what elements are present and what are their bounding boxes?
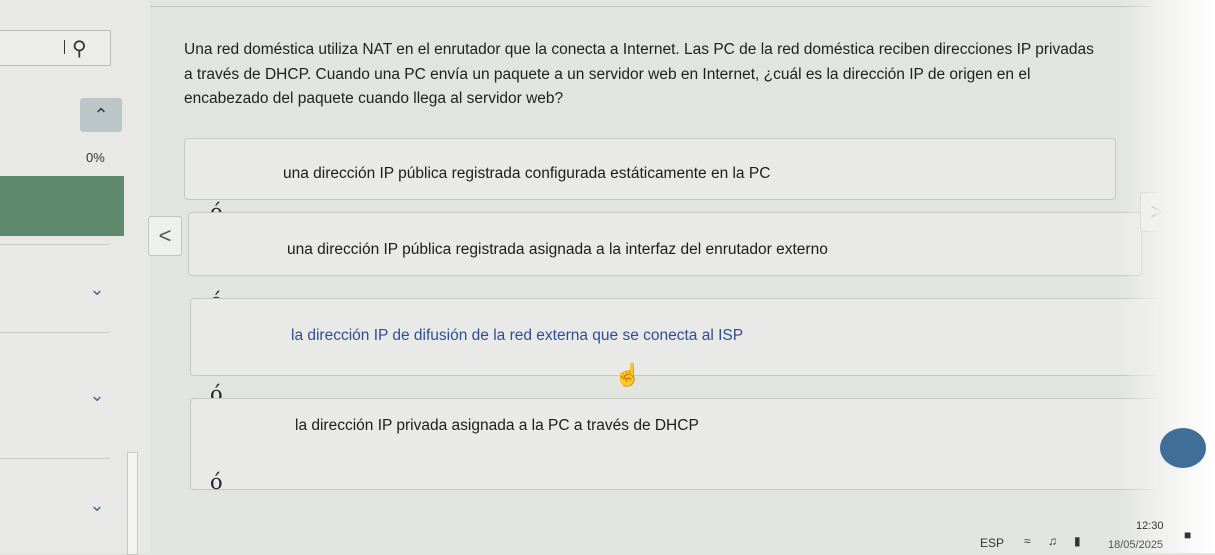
language-indicator[interactable]: ESP [980, 536, 1004, 550]
answer-option-1[interactable]: una dirección IP pública registrada conf… [184, 138, 1116, 200]
divider [0, 332, 110, 333]
chevron-down-icon[interactable]: ⌄ [82, 380, 112, 410]
answer-option-label: una dirección IP pública registrada conf… [283, 165, 771, 182]
answer-option-3[interactable]: la dirección IP de difusión de la red ex… [190, 298, 1160, 376]
separator-text: ó [210, 470, 223, 494]
wifi-icon[interactable]: ≈ [1024, 534, 1031, 548]
previous-button[interactable]: < [148, 216, 182, 256]
chevron-up-icon[interactable]: ⌃ [80, 98, 122, 132]
divider [0, 458, 110, 459]
notification-icon[interactable]: ■ [1184, 528, 1191, 542]
chevron-down-icon[interactable]: ⌄ [82, 490, 112, 520]
progress-bar [0, 176, 124, 236]
answer-option-4[interactable]: la dirección IP privada asignada a la PC… [190, 398, 1160, 490]
scrollbar[interactable] [127, 452, 138, 555]
search-box[interactable]: ⚲ [0, 30, 111, 66]
text-cursor [64, 40, 65, 54]
chevron-down-icon[interactable]: ⌄ [82, 274, 112, 304]
answer-option-2[interactable]: una dirección IP pública registrada asig… [188, 212, 1142, 276]
question-text: Una red doméstica utiliza NAT en el enru… [184, 41, 1094, 107]
battery-icon[interactable]: ▮ [1074, 534, 1081, 548]
answer-option-label: la dirección IP privada asignada a la PC… [295, 417, 699, 434]
chat-icon[interactable] [1160, 428, 1206, 468]
divider [0, 244, 110, 245]
progress-label: 0% [86, 150, 105, 165]
answer-option-label: una dirección IP pública registrada asig… [287, 241, 828, 258]
clock-date[interactable]: 18/05/2025 [1108, 539, 1163, 551]
volume-icon[interactable]: ♫ [1048, 534, 1057, 548]
answer-option-label: la dirección IP de difusión de la red ex… [291, 327, 744, 344]
top-divider [150, 6, 1150, 7]
screen-glare [1120, 0, 1215, 553]
sidebar: ⚲ ⌃ 0% ⌄ ⌄ ⌄ [0, 0, 150, 555]
clock-time[interactable]: 12:30 [1136, 520, 1164, 532]
search-icon[interactable]: ⚲ [72, 36, 87, 61]
hand-cursor-icon: ☝ [614, 362, 642, 387]
